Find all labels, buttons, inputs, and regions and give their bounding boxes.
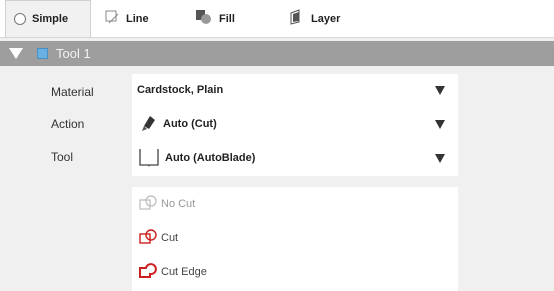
- tool-dropdown[interactable]: Auto (AutoBlade): [132, 143, 458, 173]
- cut-edge-icon: [138, 262, 158, 283]
- cut-edge-label: Cut Edge: [161, 266, 207, 278]
- tab-simple-label: Simple: [32, 13, 69, 25]
- blade-icon: [141, 114, 157, 135]
- fill-icon: [195, 9, 213, 28]
- no-cut-label: No Cut: [161, 198, 196, 210]
- tab-bar: Simple Line Fill Layer: [0, 0, 554, 38]
- action-dropdown[interactable]: Auto (Cut): [132, 109, 458, 139]
- material-value: Cardstock, Plain: [137, 84, 224, 96]
- tab-line-label: Line: [126, 12, 149, 25]
- material-dropdown[interactable]: Cardstock, Plain: [132, 75, 458, 105]
- tab-line[interactable]: Line: [104, 0, 149, 37]
- cut-label: Cut: [161, 232, 179, 244]
- no-cut-icon: [138, 194, 158, 215]
- tool-label: Tool: [51, 150, 74, 164]
- cut-options-panel: No Cut Cut Cut Edge: [132, 187, 458, 291]
- settings-panel: Cardstock, Plain Auto (Cut) Auto (AutoBl…: [132, 74, 458, 176]
- material-label: Material: [51, 85, 94, 99]
- tab-fill[interactable]: Fill: [195, 0, 235, 37]
- cut-icon: [138, 228, 158, 249]
- dropdown-arrow-icon: [435, 120, 445, 129]
- dropdown-arrow-icon: [435, 154, 445, 163]
- option-cut[interactable]: Cut: [138, 226, 178, 250]
- action-value: Auto (Cut): [163, 118, 217, 130]
- collapse-triangle-icon[interactable]: [9, 48, 23, 59]
- tool-color-swatch: [37, 48, 48, 59]
- autoblade-icon: [138, 146, 160, 171]
- tab-fill-label: Fill: [219, 12, 235, 25]
- dropdown-arrow-icon: [435, 86, 445, 95]
- option-no-cut[interactable]: No Cut: [138, 192, 195, 216]
- radio-icon: [14, 13, 26, 25]
- tab-simple[interactable]: Simple: [5, 0, 91, 37]
- tool-value: Auto (AutoBlade): [165, 152, 256, 164]
- option-cut-edge[interactable]: Cut Edge: [138, 260, 207, 284]
- tool-header[interactable]: Tool 1: [0, 41, 554, 66]
- line-icon: [104, 9, 120, 28]
- tool-title: Tool 1: [56, 46, 91, 61]
- tab-layer[interactable]: Layer: [289, 0, 340, 37]
- layer-icon: [289, 9, 305, 28]
- tab-layer-label: Layer: [311, 12, 341, 25]
- action-label: Action: [51, 117, 85, 131]
